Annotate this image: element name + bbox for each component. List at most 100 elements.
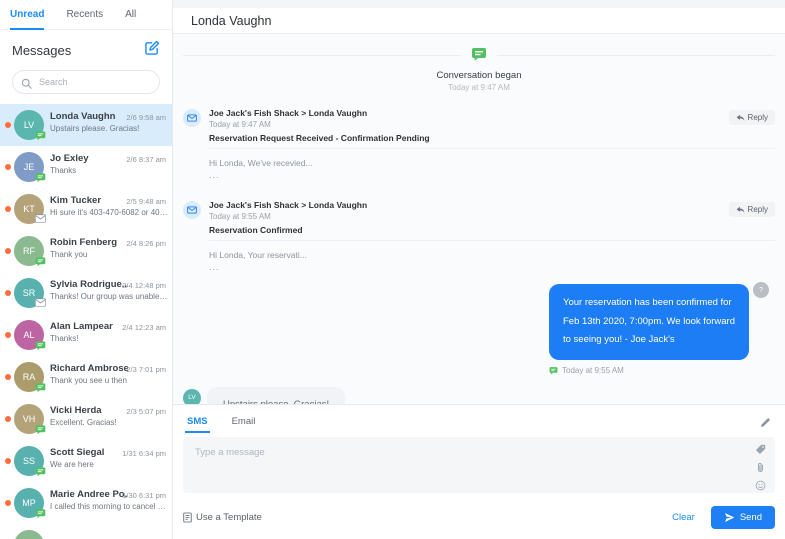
- conversation-list-item[interactable]: JE Jo Exley 2/6 8:37 am Thanks: [0, 146, 172, 188]
- message-type-badge-icon: [35, 424, 46, 435]
- conversation-time: 2/6 9:58 am: [126, 113, 166, 122]
- contact-name: Londa Vaughn: [50, 111, 116, 122]
- email-avatar: [183, 109, 201, 127]
- message-type-badge-icon: [35, 172, 46, 183]
- envelope-icon: [187, 114, 197, 122]
- attachment-icon[interactable]: [755, 462, 766, 473]
- conversation-list-item[interactable]: VH Vicki Herda 2/3 5:07 pm Excellent. Gr…: [0, 398, 172, 440]
- clear-button[interactable]: Clear: [672, 512, 695, 523]
- conversation-header: Londa Vaughn: [173, 8, 785, 34]
- tab-recents[interactable]: Recents: [66, 0, 103, 29]
- message-preview: We are here: [50, 460, 94, 469]
- conversation-list-item[interactable]: SS Scott Siegal 1/31 6:34 pm We are here: [0, 440, 172, 482]
- contact-name: Robin Fenberg: [50, 237, 118, 248]
- avatar-initials: SS: [22, 456, 35, 466]
- email-time: Today at 9:47 AM: [209, 120, 271, 129]
- message-preview: Thank you see u then: [50, 376, 127, 385]
- message-type-badge-icon: [35, 382, 46, 393]
- email-message: Reply Joe Jack's Fish Shack > Londa Vaug…: [183, 108, 775, 180]
- message-status-icon[interactable]: ?: [753, 282, 769, 298]
- outgoing-sms-bubble: Your reservation has been confirmed for …: [549, 284, 749, 360]
- conversation-list-item[interactable]: RF Robin Fenberg 2/4 8:26 pm Thank you: [0, 230, 172, 272]
- contact-name: Alan Lampear: [50, 321, 113, 332]
- conversation-list-item[interactable]: [0, 524, 172, 539]
- email-time: Today at 9:55 AM: [209, 212, 271, 221]
- message-type-badge-icon: [35, 130, 46, 141]
- compose-icon: [145, 40, 160, 60]
- contact-name: Jo Exley: [50, 153, 89, 164]
- conversation-list-item[interactable]: SR Sylvia Rodrigue... 2/4 12:48 pm Thank…: [0, 272, 172, 314]
- contact-title: Londa Vaughn: [191, 13, 272, 28]
- unread-dot: [5, 416, 11, 422]
- compose-message-button[interactable]: [145, 40, 160, 60]
- conversation-time: 1/30 6:31 pm: [122, 491, 166, 500]
- avatar-initials: LV: [23, 120, 35, 130]
- chat-bubble-icon: [461, 46, 497, 67]
- show-more-button[interactable]: ...: [209, 263, 775, 272]
- unread-dot: [5, 500, 11, 506]
- conversation-time: 2/4 12:23 am: [122, 323, 166, 332]
- email-from: Joe Jack's Fish Shack > Londa Vaughn: [209, 108, 368, 118]
- send-label: Send: [739, 512, 762, 523]
- edit-pencil-icon[interactable]: [760, 415, 771, 433]
- contact-name: [50, 524, 128, 531]
- message-preview: Excellent. Gracias!: [50, 418, 117, 427]
- use-template-button[interactable]: Use a Template: [183, 512, 262, 523]
- email-subject: Reservation Request Received - Confirmat…: [209, 133, 430, 143]
- message-preview: Thanks: [50, 166, 77, 175]
- search-input[interactable]: [12, 70, 160, 94]
- conversation-time: 2/3 7:01 pm: [126, 365, 166, 374]
- conversations-app: Unread Recents All Messages Search LV Lo…: [0, 0, 785, 539]
- message-type-badge-icon: [35, 256, 46, 267]
- tab-unread[interactable]: Unread: [10, 0, 45, 30]
- tag-icon[interactable]: [755, 444, 766, 455]
- tab-email[interactable]: Email: [232, 405, 256, 437]
- conversation-list-item[interactable]: KT Kim Tucker 2/5 9:48 am Hi sure it's 4…: [0, 188, 172, 230]
- message-type-badge-icon: [35, 214, 46, 225]
- conversation-list-item[interactable]: RA Richard Ambrose 2/3 7:01 pm Thank you…: [0, 356, 172, 398]
- contact-name: Marie Andree Po...: [50, 489, 128, 500]
- message-preview: Hi sure it's 403-470-6082 or 403-6..: [50, 208, 168, 217]
- reply-label: Reply: [747, 113, 768, 122]
- conversation-time: 2/3 5:07 pm: [126, 407, 166, 416]
- conversation-list-item[interactable]: MP Marie Andree Po... 1/30 6:31 pm I cal…: [0, 482, 172, 524]
- email-body-preview: Hi Londa, We've recevied...: [209, 158, 313, 168]
- message-composer: SMS Email Type a message Use a Template …: [173, 404, 785, 539]
- send-plane-icon: [724, 513, 735, 522]
- reply-button[interactable]: Reply: [728, 110, 775, 125]
- avatar: [14, 530, 44, 539]
- send-button[interactable]: Send: [710, 506, 775, 529]
- unread-dot: [5, 332, 11, 338]
- message-input[interactable]: [183, 437, 775, 493]
- unread-dot: [5, 374, 11, 380]
- conversation-time: 2/5 9:48 am: [126, 197, 166, 206]
- conversation-list-item[interactable]: AL Alan Lampear 2/4 12:23 am Thanks!: [0, 314, 172, 356]
- tab-sms[interactable]: SMS: [185, 405, 210, 437]
- avatar-initials: JE: [23, 162, 35, 172]
- reply-button[interactable]: Reply: [728, 202, 775, 217]
- avatar-initials: SR: [22, 288, 36, 298]
- composer-footer: Use a Template Clear Send: [183, 506, 775, 529]
- avatar-initials: RF: [23, 246, 35, 256]
- emoji-icon[interactable]: [755, 480, 766, 491]
- unread-dot: [5, 164, 11, 170]
- contact-name: Sylvia Rodrigue...: [50, 279, 128, 290]
- show-more-button[interactable]: ...: [209, 171, 775, 180]
- sidebar-header: Messages: [0, 30, 172, 66]
- tab-all[interactable]: All: [125, 0, 136, 29]
- divider: [209, 148, 775, 149]
- unread-dot: [5, 290, 11, 296]
- reply-icon: [736, 114, 744, 121]
- email-from: Joe Jack's Fish Shack > Londa Vaughn: [209, 200, 368, 210]
- conversations-sidebar: Unread Recents All Messages Search LV Lo…: [0, 0, 173, 539]
- sidebar-filter-tabs: Unread Recents All: [0, 0, 172, 30]
- message-preview: Thanks!: [50, 334, 79, 343]
- message-type-badge-icon: [35, 508, 46, 519]
- conversation-began-label: Conversation began: [436, 70, 522, 81]
- search-icon: [21, 76, 32, 94]
- avatar: SR: [14, 278, 46, 308]
- sms-icon: [549, 366, 558, 375]
- message-input-wrap: [183, 437, 775, 498]
- message-preview: Thanks! Our group was unable to ...: [50, 292, 168, 301]
- conversation-list-item[interactable]: LV Londa Vaughn 2/6 9:58 am Upstairs ple…: [0, 104, 172, 146]
